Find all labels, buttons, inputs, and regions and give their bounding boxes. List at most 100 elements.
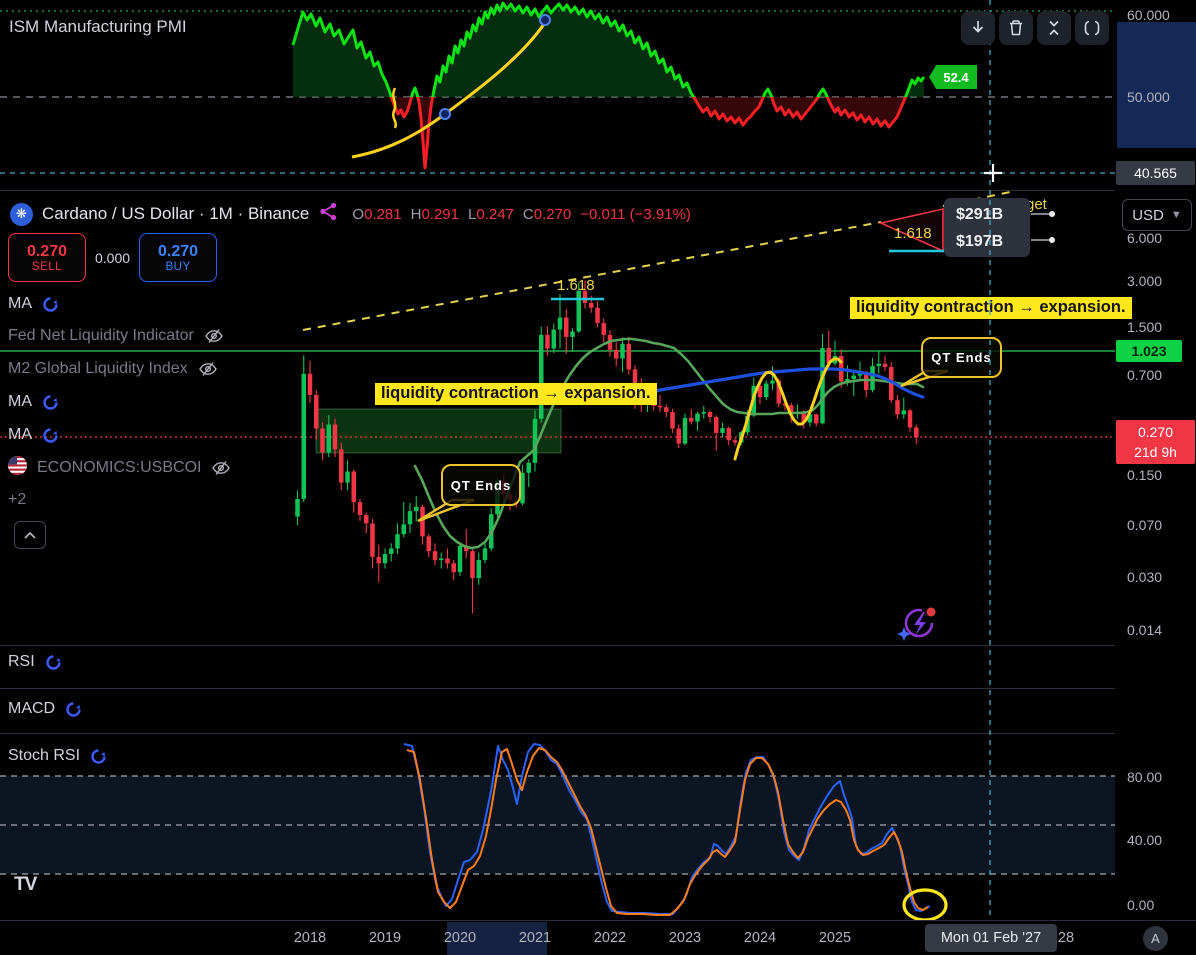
pane-legend-rsi[interactable]: RSI (8, 653, 62, 671)
curve-anchor-1 (440, 109, 450, 119)
scale-label: 0.014 (1127, 622, 1162, 638)
collapse-panes-button[interactable] (1037, 11, 1071, 45)
download-button[interactable] (961, 11, 995, 45)
indicator-row-ma[interactable]: MA (8, 295, 59, 313)
trash-button[interactable] (999, 11, 1033, 45)
year-label-2022: 2022 (594, 930, 626, 946)
sell-button[interactable]: 0.270 SELL (8, 233, 86, 282)
annotation-liquidity-1[interactable]: liquidity contraction → expansion. (375, 383, 657, 405)
indicator-row-ma[interactable]: MA (8, 393, 59, 411)
chevron-down-icon: ▼ (1171, 209, 1182, 221)
candle-body (452, 563, 457, 572)
candle-body (558, 318, 563, 330)
spread-value: 0.000 (95, 250, 130, 266)
year-label-28: 28 (1058, 930, 1074, 946)
qt-ends-callout-1[interactable]: QT Ends (441, 464, 521, 506)
symbol-title[interactable]: Cardano / US Dollar · 1M · Binance (42, 204, 309, 224)
qt-ends-callout-2[interactable]: QT Ends (921, 337, 1002, 378)
pane-legend-macd[interactable]: MACD (8, 700, 82, 718)
spinner-icon[interactable] (42, 427, 59, 444)
collapse-legend-button[interactable] (14, 521, 46, 549)
boost-icon-bolt (914, 612, 926, 636)
scale-label: 0.030 (1127, 569, 1162, 585)
sell-price: 0.270 (27, 243, 67, 261)
candle-body (902, 410, 907, 414)
indicator-row-fed-net-liquidity-indicator[interactable]: Fed Net Liquidity Indicator (8, 326, 224, 346)
fullscreen-icon (1083, 19, 1101, 37)
indicator-row-m2-global-liquidity-index[interactable]: M2 Global Liquidity Index (8, 359, 218, 379)
candle-body (589, 303, 594, 308)
candle-body (895, 400, 900, 414)
fullscreen-button[interactable] (1075, 11, 1109, 45)
candle-body (883, 364, 888, 367)
pane-label: Stoch RSI (8, 747, 80, 765)
candle-body (908, 410, 913, 427)
spinner-icon[interactable] (42, 394, 59, 411)
curve-anchor-2 (540, 15, 550, 25)
pane-separator[interactable] (0, 688, 1196, 689)
auto-scale-badge[interactable]: A (1143, 926, 1168, 951)
eye-off-icon[interactable] (198, 359, 218, 379)
pane-legend-stoch-rsi[interactable]: Stoch RSI (8, 747, 107, 765)
symbol-header: ❋ Cardano / US Dollar · 1M · Binance O0.… (10, 201, 691, 227)
share-icon[interactable] (318, 201, 339, 227)
crosshair-date-tooltip: Mon 01 Feb '27 (925, 924, 1057, 952)
indicator-row--2[interactable]: +2 (8, 491, 26, 509)
indicator-label: MA (8, 393, 32, 411)
tradingview-logo[interactable]: TV (14, 874, 36, 896)
pane-separator[interactable] (0, 645, 1196, 646)
indicator-label: MA (8, 426, 32, 444)
buy-label: BUY (165, 261, 190, 273)
candle-body (445, 558, 450, 563)
scale-selection-highlight (1117, 22, 1196, 148)
scale-label: 0.700 (1127, 367, 1162, 383)
indicator-row-economics-usbcoi[interactable]: ECONOMICS:USBCOI (8, 456, 231, 480)
pane-label: RSI (8, 653, 35, 671)
yellow-scribble (393, 88, 396, 128)
buy-button[interactable]: 0.270 BUY (139, 233, 217, 282)
eye-off-icon[interactable] (211, 458, 231, 478)
candle-body (820, 348, 825, 423)
pane-separator[interactable] (0, 733, 1196, 734)
ohlc-values: O0.281H0.291L0.247C0.270−0.011 (−3.91%) (352, 206, 691, 223)
indicator-row-ma[interactable]: MA (8, 426, 59, 444)
fib-label-2021[interactable]: 1.618 (557, 277, 595, 294)
candle-body (533, 419, 538, 463)
candle-body (395, 534, 400, 548)
candle-body (595, 308, 600, 323)
tooltip-row: $291B (956, 201, 1030, 228)
pmi-pane-title[interactable]: ISM Manufacturing PMI (9, 17, 187, 37)
candle-body (383, 554, 388, 563)
indicator-label: ECONOMICS:USBCOI (37, 459, 201, 477)
candle-body (308, 374, 313, 395)
candle-body (377, 557, 382, 563)
candle-body (477, 560, 482, 578)
sell-label: SELL (32, 261, 62, 273)
spinner-icon[interactable] (45, 654, 62, 671)
scale-label: 40.00 (1127, 832, 1162, 848)
price-scale[interactable]: 60.00050.0006.0003.0001.5000.7000.3000.1… (1115, 0, 1196, 955)
candle-body (483, 548, 488, 560)
eye-off-icon[interactable] (204, 326, 224, 346)
boost-icon-dot (927, 608, 936, 617)
year-label-2018: 2018 (294, 930, 326, 946)
candle-body (577, 291, 582, 332)
indicator-label: Fed Net Liquidity Indicator (8, 327, 194, 345)
ohlc-item: L0.247 (468, 206, 514, 223)
candle-body (427, 536, 432, 551)
spinner-icon[interactable] (65, 701, 82, 718)
pane-separator[interactable] (0, 190, 1196, 191)
chevron-up-icon (24, 531, 36, 539)
spinner-icon[interactable] (90, 748, 107, 765)
scale-label: 0.150 (1127, 467, 1162, 483)
candle-body (545, 335, 550, 349)
annotation-liquidity-2[interactable]: liquidity contraction → expansion. (850, 297, 1132, 319)
currency-selector[interactable]: USD ▼ (1122, 199, 1192, 231)
fib-label-top[interactable]: 1.618 (894, 225, 932, 242)
candle-body (614, 350, 619, 359)
candle-body (339, 449, 344, 482)
spinner-icon[interactable] (42, 296, 59, 313)
candle-body (677, 429, 682, 444)
cardano-logo-icon: ❋ (10, 203, 33, 226)
time-axis[interactable]: 2018201920202021202220232024202528 Mon 0… (0, 920, 1196, 955)
